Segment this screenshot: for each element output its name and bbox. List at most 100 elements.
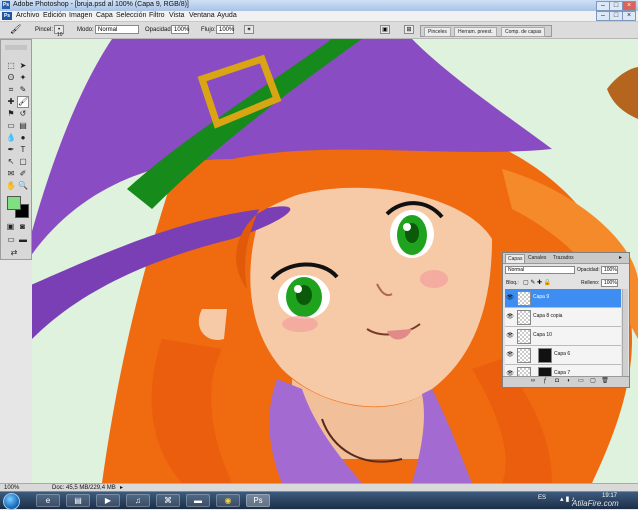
blur-tool-icon[interactable]: 💧 <box>6 133 16 143</box>
photoshop-taskbar-icon[interactable]: Ps <box>246 494 270 507</box>
eye-icon[interactable]: 👁 <box>506 351 514 359</box>
panel-menu-icon[interactable]: ▸ <box>617 254 624 262</box>
stamp-tool-icon[interactable]: ⚑ <box>6 109 16 119</box>
flujo-value: 100% <box>219 27 235 33</box>
eye-icon[interactable]: 👁 <box>506 313 514 321</box>
doc-minimize-button[interactable]: – <box>596 11 610 21</box>
path-select-tool-icon[interactable]: ↖ <box>6 157 16 167</box>
delete-layer-icon[interactable]: 🗑 <box>601 378 609 385</box>
eyedropper-tool-icon[interactable]: ✐ <box>18 169 28 179</box>
well-tab-pinceles[interactable]: Pinceles <box>424 27 451 37</box>
foreground-color-swatch[interactable] <box>7 196 21 210</box>
opacidad-field[interactable]: 100% <box>171 25 189 34</box>
menu-filtro[interactable]: Filtro <box>149 12 165 19</box>
adjustment-layer-icon[interactable]: ◐ <box>565 378 573 385</box>
layer-name: Capa 8 copia <box>533 313 563 319</box>
airbrush-icon[interactable]: ✶ <box>244 25 254 34</box>
notes-tool-icon[interactable]: ✉ <box>6 169 16 179</box>
tab-canales[interactable]: Canales <box>526 254 548 262</box>
music-taskbar-icon[interactable]: ♫ <box>126 494 150 507</box>
shape-tool-icon[interactable]: ▢ <box>18 157 28 167</box>
history-brush-tool-icon[interactable]: ↺ <box>18 109 28 119</box>
magic-wand-tool-icon[interactable]: ✦ <box>18 73 28 83</box>
opacity-field[interactable]: 100% <box>601 266 618 274</box>
ie-taskbar-icon[interactable]: e <box>36 494 60 507</box>
tab-capas[interactable]: Capas <box>505 254 526 263</box>
menu-ayuda[interactable]: Ayuda <box>217 12 237 19</box>
dodge-tool-icon[interactable]: ● <box>18 133 28 143</box>
crop-tool-icon[interactable]: ⌗ <box>6 85 16 95</box>
new-group-icon[interactable]: ▭ <box>577 378 585 385</box>
pen-tool-icon[interactable]: ✒ <box>6 145 16 155</box>
menu-vista[interactable]: Vista <box>169 12 184 19</box>
opacidad-value: 100% <box>174 27 190 33</box>
photoshop-icon: Ps <box>2 1 10 9</box>
eraser-tool-icon[interactable]: ▭ <box>6 121 16 131</box>
move-tool-icon[interactable]: ➤ <box>18 61 28 71</box>
layer-row[interactable]: 👁 Capa 8 copia <box>505 308 621 327</box>
maximize-button[interactable]: □ <box>609 1 623 11</box>
jump-to-imageready-icon[interactable]: ⇄ <box>9 248 19 258</box>
layer-thumbnail <box>517 329 531 344</box>
doc-close-button[interactable]: × <box>622 11 636 21</box>
go-to-bridge-icon[interactable]: ▣ <box>380 25 390 34</box>
quickmask-mode-icon[interactable]: ◙ <box>18 222 27 231</box>
minimize-button[interactable]: – <box>596 1 610 11</box>
blend-mode-value: Normal <box>508 267 525 273</box>
lasso-tool-icon[interactable]: ʘ <box>6 73 16 83</box>
screen-mode-standard-icon[interactable]: ▭ <box>6 235 16 245</box>
layer-name: Capa 9 <box>533 294 550 300</box>
hand-tool-icon[interactable]: ✋ <box>6 181 16 191</box>
new-layer-icon[interactable]: ▢ <box>589 378 597 385</box>
layer-row[interactable]: 👁 Capa 6 <box>505 346 621 365</box>
language-indicator[interactable]: ES <box>538 495 546 501</box>
layer-row[interactable]: 👁 Capa 9 <box>505 289 621 308</box>
media-player-taskbar-icon[interactable]: ▶ <box>96 494 120 507</box>
fill-value: 100% <box>604 280 617 286</box>
link-layers-icon[interactable]: ∞ <box>529 378 537 385</box>
layer-style-icon[interactable]: ƒ <box>541 378 549 385</box>
options-bar: 🖌 Pincel: • 10 Modo: Normal Opacidad: 10… <box>0 22 638 39</box>
zoom-tool-icon[interactable]: 🔍 <box>18 181 28 191</box>
layer-row[interactable]: 👁 Capa 10 <box>505 327 621 346</box>
menu-edicion[interactable]: Edición <box>43 12 66 19</box>
eye-icon[interactable]: 👁 <box>506 332 514 340</box>
lock-icons[interactable]: ▢ ✎ ✚ 🔒 <box>523 279 551 286</box>
fill-field[interactable]: 100% <box>601 279 618 287</box>
tab-trazados[interactable]: Trazados <box>551 254 576 262</box>
fill-label: Relleno: <box>581 280 600 286</box>
menu-capa[interactable]: Capa <box>96 12 113 19</box>
start-button[interactable] <box>3 493 20 510</box>
palette-well-icon[interactable]: ⊞ <box>404 25 414 34</box>
scanner-taskbar-icon[interactable]: ▬ <box>186 494 210 507</box>
screen-mode-full-icon[interactable]: ▬ <box>18 235 28 245</box>
toolbox-grip[interactable] <box>5 45 27 50</box>
brush-tool-icon[interactable]: 🖌 <box>10 25 21 34</box>
flujo-field[interactable]: 100% <box>216 25 234 34</box>
type-tool-icon[interactable]: T <box>18 145 28 155</box>
menu-archivo[interactable]: Archivo <box>16 12 39 19</box>
slice-tool-icon[interactable]: ✎ <box>18 85 28 95</box>
network-taskbar-icon[interactable]: ⌘ <box>156 494 180 507</box>
explorer-taskbar-icon[interactable]: ▤ <box>66 494 90 507</box>
menu-bar: Ps Archivo Edición Imagen Capa Selección… <box>0 11 638 22</box>
gradient-tool-icon[interactable]: ▤ <box>18 121 28 131</box>
menu-ventana[interactable]: Ventana <box>189 12 215 19</box>
blend-mode-select[interactable]: Normal <box>505 266 575 274</box>
menu-seleccion[interactable]: Selección <box>116 12 146 19</box>
menu-imagen[interactable]: Imagen <box>69 12 92 19</box>
photoshop-logo-icon: Ps <box>2 12 12 20</box>
chrome-taskbar-icon[interactable]: ◉ <box>216 494 240 507</box>
well-tab-comp-capas[interactable]: Comp. de capas <box>501 27 546 37</box>
marquee-tool-icon[interactable]: ⬚ <box>6 61 16 71</box>
brush-tool-icon[interactable]: 🖌 <box>17 96 29 108</box>
eye-icon[interactable]: 👁 <box>506 294 514 302</box>
standard-mode-icon[interactable]: ▣ <box>6 222 15 231</box>
well-tab-herramientas[interactable]: Herram. preest. <box>454 27 497 37</box>
doc-restore-button[interactable]: □ <box>609 11 623 21</box>
layers-scrollbar[interactable] <box>622 289 628 376</box>
healing-tool-icon[interactable]: ✚ <box>6 97 16 107</box>
close-button[interactable]: × <box>622 1 636 11</box>
add-mask-icon[interactable]: ◘ <box>553 378 561 385</box>
modo-select[interactable]: Normal <box>95 25 139 34</box>
